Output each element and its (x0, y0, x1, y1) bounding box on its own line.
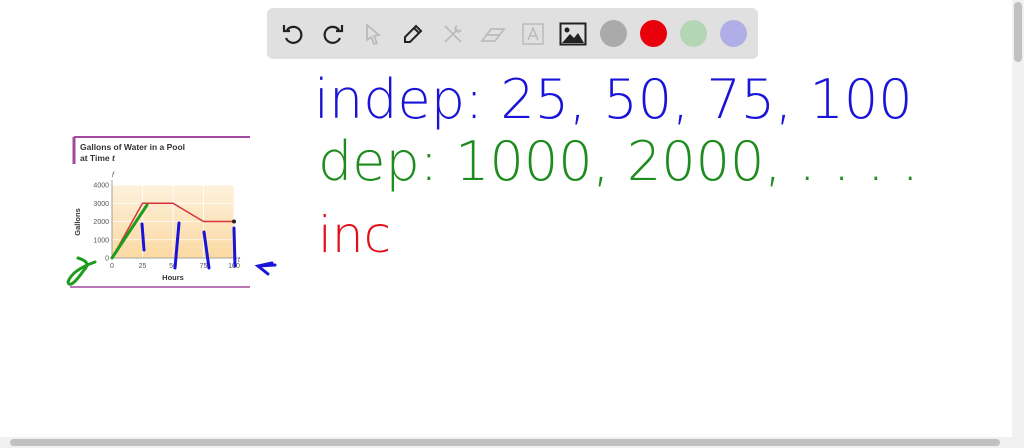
x-tick-label: 25 (139, 263, 147, 270)
y-tick-label: 1000 (93, 237, 109, 244)
blue-arrow (254, 261, 277, 276)
vertical-scrollbar[interactable] (1012, 0, 1024, 448)
green-mark (66, 256, 97, 286)
vertical-scroll-thumb[interactable] (1014, 2, 1022, 62)
y-tick-label: 3000 (93, 201, 109, 208)
chart-figure: Gallons of Water in a Pool at Time t 0 25… (66, 136, 277, 288)
x-axis-label: Hours (162, 273, 184, 282)
horizontal-scrollbar[interactable] (0, 437, 1012, 448)
y-tick-label: 0 (105, 256, 109, 263)
y-tick-label: 4000 (93, 183, 109, 190)
x-tick-label: 0 (110, 263, 114, 270)
chart-title-line1: Gallons of Water in a Pool (80, 142, 185, 152)
x-tick-label: 75 (200, 263, 208, 270)
chart-title-line2: at Time t (80, 153, 116, 163)
horizontal-scroll-thumb[interactable] (10, 439, 1000, 446)
y-tick-label: 2000 (93, 219, 109, 226)
x-axis-var: t (238, 257, 241, 264)
y-axis-var: f (112, 172, 115, 179)
y-axis-label: Gallons (73, 208, 82, 236)
series-endpoint (232, 219, 236, 224)
